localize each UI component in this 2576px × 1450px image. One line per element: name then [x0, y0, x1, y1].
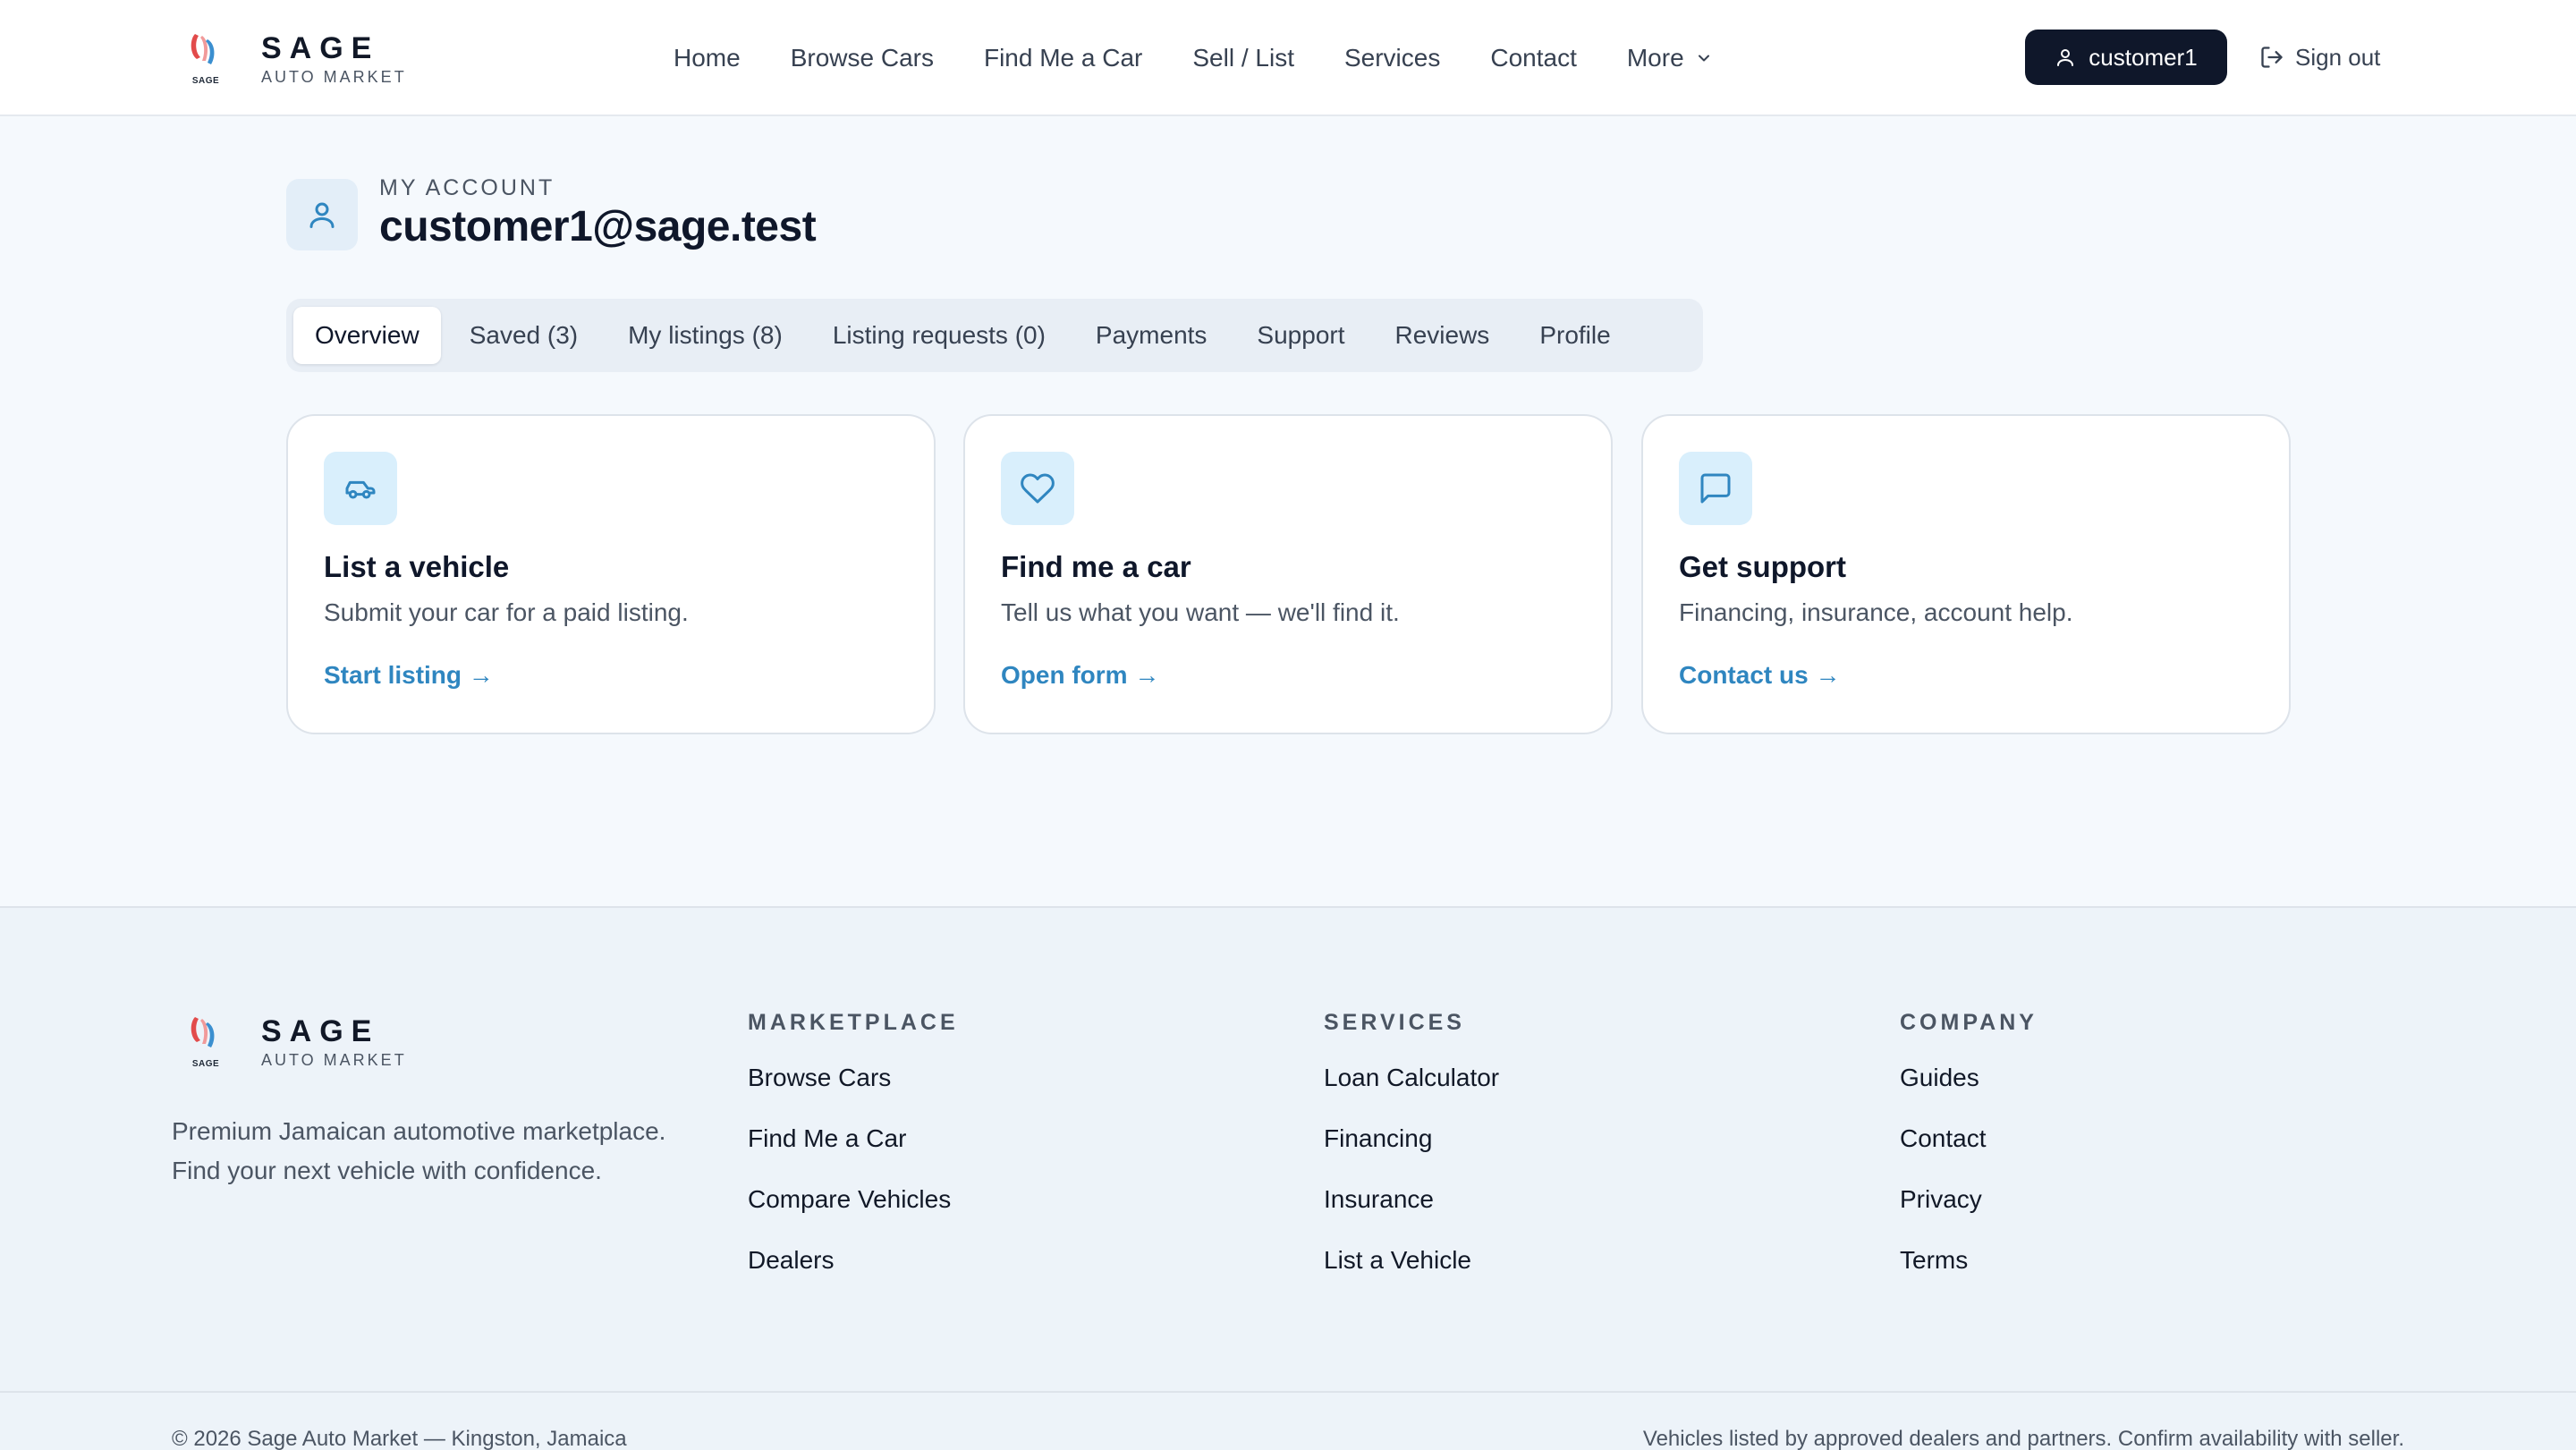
header-logo[interactable]: SAGE SAGE AUTO MARKET: [186, 30, 407, 86]
nav-more-dropdown[interactable]: More: [1627, 44, 1713, 72]
tab-profile[interactable]: Profile: [1518, 307, 1631, 364]
footer-link[interactable]: Dealers: [748, 1245, 959, 1306]
tab-payments[interactable]: Payments: [1074, 307, 1229, 364]
start-listing-link[interactable]: Start listing →: [324, 661, 494, 690]
brand-subtitle: AUTO MARKET: [261, 67, 407, 86]
nav-find-me-a-car[interactable]: Find Me a Car: [984, 44, 1142, 72]
footer-column-company: COMPANY Guides Contact Privacy Terms: [1900, 1010, 2038, 1306]
footer-logo[interactable]: SAGE SAGE AUTO MARKET: [186, 1013, 407, 1069]
nav-browse-cars[interactable]: Browse Cars: [791, 44, 934, 72]
sage-logo-mark: SAGE: [186, 1013, 225, 1069]
brand-subtitle: AUTO MARKET: [261, 1050, 407, 1069]
footer-disclaimer: Vehicles listed by approved dealers and …: [1642, 1427, 2404, 1450]
tab-overview[interactable]: Overview: [293, 307, 441, 364]
site-footer: SAGE SAGE AUTO MARKET Premium Jamaican a…: [0, 906, 2576, 1450]
footer-column-heading: SERVICES: [1324, 1010, 1465, 1035]
tab-saved[interactable]: Saved (3): [448, 307, 599, 364]
copyright-text: © 2026 Sage Auto Market — Kingston, Jama…: [172, 1427, 627, 1450]
user-account-button[interactable]: customer1: [2025, 30, 2227, 85]
tab-support[interactable]: Support: [1235, 307, 1366, 364]
card-title: Find me a car: [1001, 550, 1191, 583]
card-title: List a vehicle: [324, 550, 510, 583]
open-form-link[interactable]: Open form →: [1001, 661, 1159, 690]
card-description: Submit your car for a paid listing.: [324, 598, 689, 626]
nav-services[interactable]: Services: [1344, 44, 1440, 72]
message-icon: [1679, 452, 1752, 525]
footer-divider: [0, 1391, 2576, 1393]
site-header: SAGE SAGE AUTO MARKET Home Browse Cars F…: [0, 0, 2576, 116]
car-icon: [324, 452, 397, 525]
main-nav: Home Browse Cars Find Me a Car Sell / Li…: [674, 0, 1713, 116]
tab-my-listings[interactable]: My listings (8): [606, 307, 804, 364]
footer-link[interactable]: Financing: [1324, 1124, 1499, 1184]
nav-home[interactable]: Home: [674, 44, 741, 72]
tab-reviews[interactable]: Reviews: [1374, 307, 1512, 364]
tab-listing-requests[interactable]: Listing requests (0): [811, 307, 1067, 364]
nav-more-label: More: [1626, 44, 1684, 72]
footer-column-services: SERVICES Loan Calculator Financing Insur…: [1324, 1010, 1499, 1306]
nav-sell-list[interactable]: Sell / List: [1192, 44, 1294, 72]
chevron-down-icon: [1695, 49, 1713, 67]
footer-column-heading: MARKETPLACE: [748, 1010, 959, 1035]
footer-link[interactable]: Insurance: [1324, 1184, 1499, 1245]
card-title: Get support: [1679, 550, 1846, 583]
card-get-support[interactable]: Get support Financing, insurance, accoun…: [1641, 414, 2291, 734]
account-avatar-icon: [286, 179, 358, 250]
contact-us-link[interactable]: Contact us →: [1679, 661, 1840, 690]
footer-link[interactable]: Terms: [1900, 1245, 2038, 1306]
user-icon: [2057, 49, 2074, 66]
footer-link[interactable]: Guides: [1900, 1063, 2038, 1124]
footer-link[interactable]: List a Vehicle: [1324, 1245, 1499, 1306]
footer-link[interactable]: Find Me a Car: [748, 1124, 959, 1184]
nav-contact[interactable]: Contact: [1490, 44, 1577, 72]
card-description: Tell us what you want — we'll find it.: [1001, 598, 1400, 626]
account-tabs: Overview Saved (3) My listings (8) Listi…: [286, 299, 1703, 372]
sign-out-button[interactable]: Sign out: [2259, 30, 2380, 85]
footer-link[interactable]: Contact: [1900, 1124, 2038, 1184]
account-email: customer1@sage.test: [379, 203, 817, 250]
sign-out-icon: [2261, 47, 2283, 68]
footer-link[interactable]: Compare Vehicles: [748, 1184, 959, 1245]
brand-name: SAGE: [261, 30, 380, 65]
footer-link[interactable]: Privacy: [1900, 1184, 2038, 1245]
card-description: Financing, insurance, account help.: [1679, 598, 2073, 626]
card-find-me-a-car[interactable]: Find me a car Tell us what you want — we…: [963, 414, 1613, 734]
account-eyebrow: MY ACCOUNT: [379, 175, 555, 200]
footer-tagline: Premium Jamaican automotive marketplace.…: [172, 1117, 666, 1184]
footer-link[interactable]: Browse Cars: [748, 1063, 959, 1124]
logo-mark-caption: SAGE: [191, 1059, 220, 1069]
footer-column-marketplace: MARKETPLACE Browse Cars Find Me a Car Co…: [748, 1010, 959, 1306]
user-button-label: customer1: [2089, 43, 2198, 71]
brand-name: SAGE: [261, 1013, 380, 1048]
sage-logo-mark: SAGE: [186, 30, 225, 86]
card-list-vehicle[interactable]: List a vehicle Submit your car for a pai…: [286, 414, 936, 734]
heart-icon: [1001, 452, 1074, 525]
footer-link[interactable]: Loan Calculator: [1324, 1063, 1499, 1124]
logo-mark-caption: SAGE: [191, 76, 220, 86]
sign-out-label: Sign out: [2295, 43, 2381, 71]
footer-column-heading: COMPANY: [1900, 1010, 2038, 1035]
